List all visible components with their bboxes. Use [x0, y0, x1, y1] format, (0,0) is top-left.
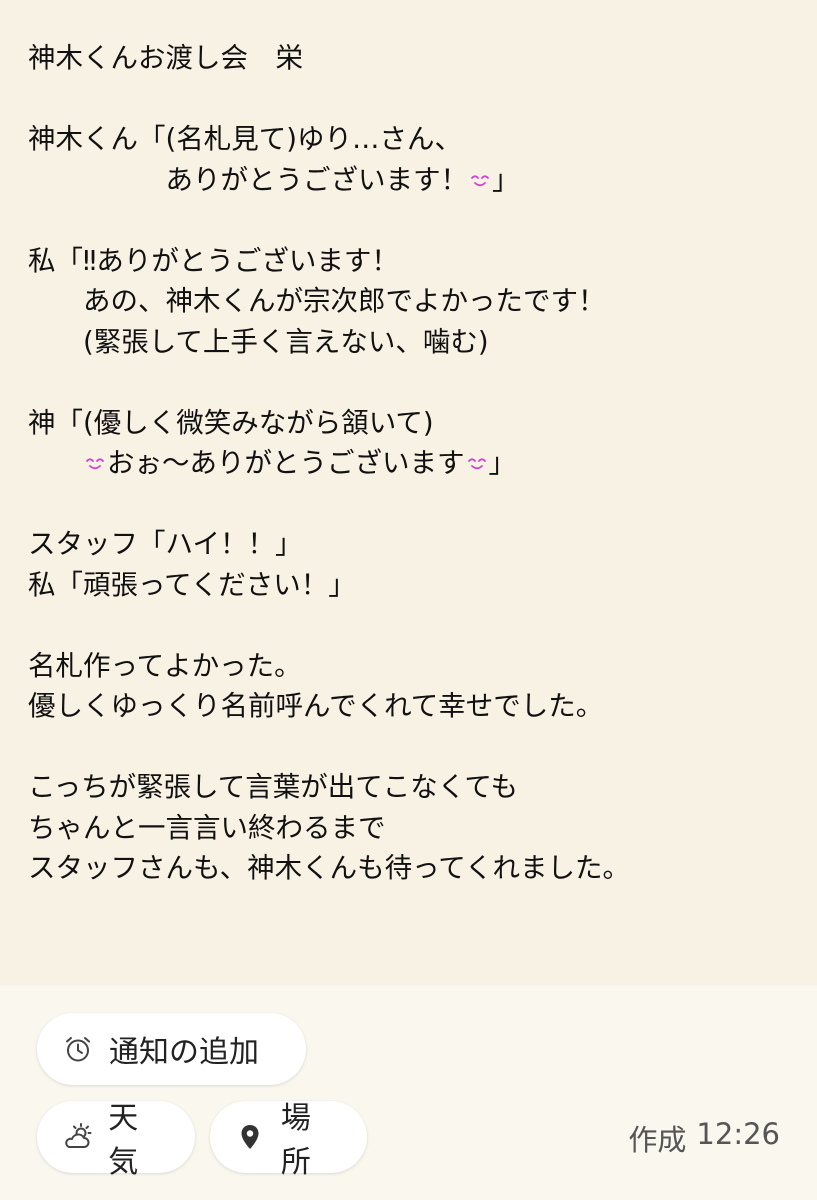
note-line: ありがとうございます！」 — [28, 163, 520, 196]
weather-label: 天気 — [108, 1101, 139, 1180]
add-reminder-label: 通知の追加 — [109, 1035, 259, 1070]
created-timestamp: 作成 12:26 — [628, 1117, 780, 1159]
note-body[interactable]: 神木くんお渡し会 栄神木くん「(名札見て)ゆり…さん、 ありがとうございます！」… — [28, 38, 798, 958]
note-line: おぉ～ありがとうございます」 — [28, 443, 798, 484]
note-line — [28, 79, 798, 120]
note-line: あの、神木くんが宗次郎でよかったです！ — [28, 285, 606, 317]
note-line: 私「‼ありがとうございます！ — [28, 244, 399, 277]
created-label: 作成 — [628, 1123, 687, 1157]
note-line: (緊張して上手く言えない、噛む) — [28, 325, 489, 358]
note-line: 神木くんお渡し会 栄 — [28, 42, 303, 74]
note-line — [28, 200, 798, 241]
note-line: 私「頑張ってください！」 — [28, 568, 356, 601]
note-line: 神木くん「(名札見て)ゆり…さん、 — [28, 123, 462, 155]
partly-cloudy-icon — [61, 1120, 94, 1154]
location-label: 場所 — [280, 1101, 311, 1180]
alarm-clock-icon — [61, 1032, 95, 1066]
smiling-face-emoji-icon — [86, 458, 104, 470]
note-line: スタッフ「ハイ！！」 — [28, 528, 303, 560]
map-pin-icon — [234, 1120, 267, 1154]
add-reminder-button[interactable]: 通知の追加 — [37, 1013, 306, 1085]
note-line — [28, 484, 798, 525]
note-line — [28, 362, 798, 403]
note-line — [28, 727, 798, 768]
note-line — [28, 605, 798, 646]
note-line: 名札作ってよかった。 — [28, 649, 302, 682]
created-time: 12:26 — [696, 1117, 780, 1151]
smiling-face-emoji-icon — [471, 174, 489, 186]
note-line: ちゃんと一言言い終わるまで — [28, 811, 386, 844]
smiling-face-emoji-icon — [467, 458, 486, 470]
note-line: 優しくゆっくり名前呼んでくれて幸せでした。 — [28, 690, 604, 722]
note-line: 神「(優しく微笑みながら頷いて) — [28, 406, 434, 439]
note-line: スタッフさんも、神木くんも待ってくれました。 — [28, 852, 630, 884]
location-button[interactable]: 場所 — [210, 1101, 367, 1180]
weather-button[interactable]: 天気 — [37, 1101, 195, 1180]
note-line: こっちが緊張して言葉が出てこなくても — [28, 771, 519, 803]
